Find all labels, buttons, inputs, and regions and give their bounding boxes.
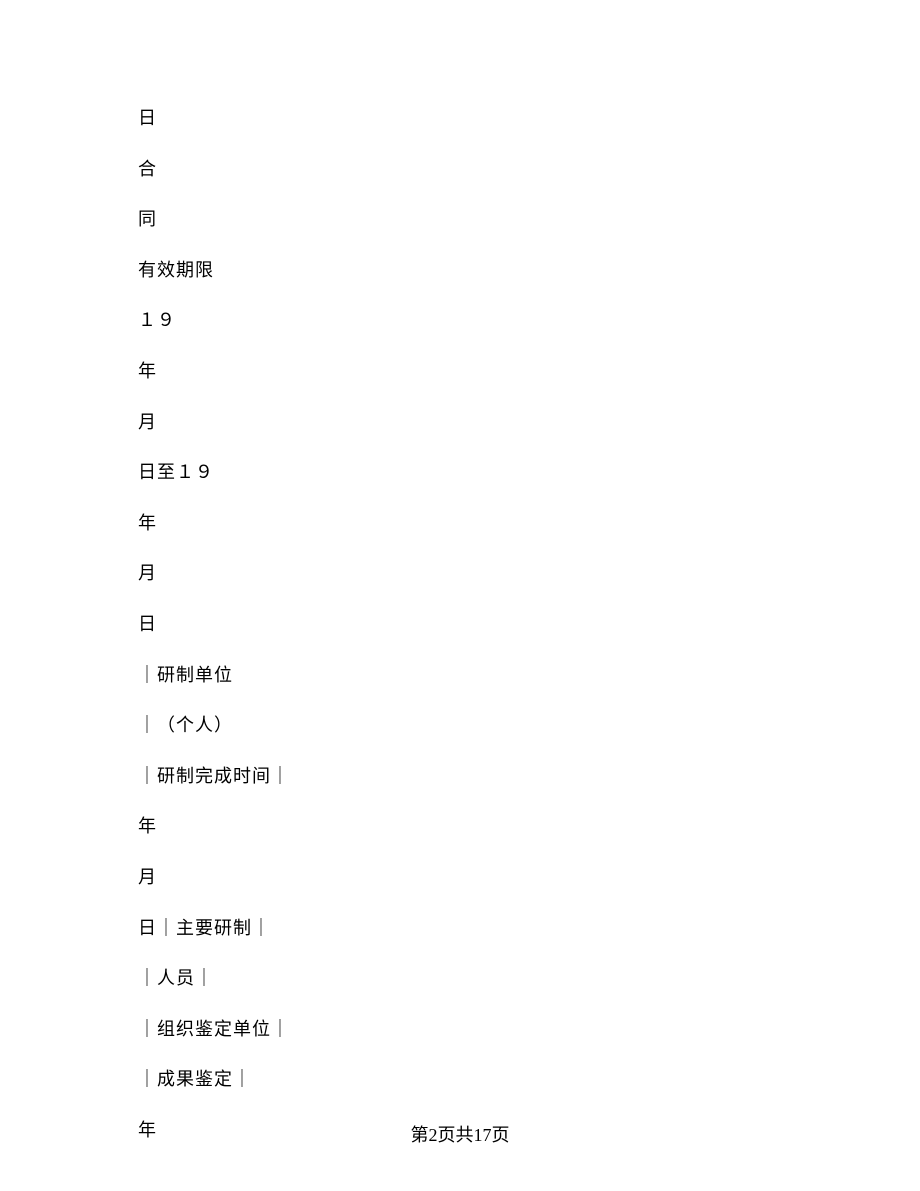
text-line: 有效期限 xyxy=(138,260,800,282)
text-line: ｜人员｜ xyxy=(138,968,800,990)
text-line: 月 xyxy=(138,563,800,585)
text-line: 年 xyxy=(138,816,800,838)
text-line: 日 xyxy=(138,614,800,636)
text-line: 日 xyxy=(138,108,800,130)
document-body: 日 合 同 有效期限 １９ 年 月 日至１９ 年 月 日 ｜研制单位 ｜（个人）… xyxy=(0,0,920,1141)
text-line: 年 xyxy=(138,513,800,535)
text-line: 月 xyxy=(138,412,800,434)
text-line: 年 xyxy=(138,361,800,383)
text-line: ｜成果鉴定｜ xyxy=(138,1069,800,1091)
text-line: 合 xyxy=(138,159,800,181)
page-number-footer: 第2页共17页 xyxy=(0,1121,920,1147)
text-line: 月 xyxy=(138,867,800,889)
text-line: １９ xyxy=(138,310,800,332)
text-line: ｜研制单位 xyxy=(138,665,800,687)
text-line: ｜（个人） xyxy=(138,715,800,737)
text-line: 日至１９ xyxy=(138,462,800,484)
text-line: 日｜主要研制｜ xyxy=(138,918,800,940)
text-line: ｜组织鉴定单位｜ xyxy=(138,1019,800,1041)
text-line: 同 xyxy=(138,209,800,231)
text-line: ｜研制完成时间｜ xyxy=(138,766,800,788)
